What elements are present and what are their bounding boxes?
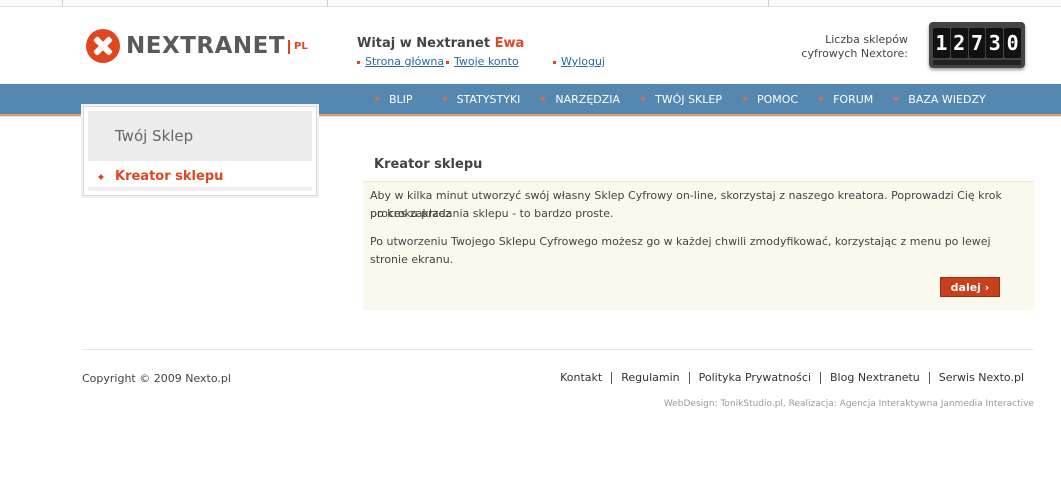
store-counter-digits: 1 2 7 3 0 <box>933 28 1021 58</box>
diamond-bullet-icon <box>98 173 104 180</box>
logout-link[interactable]: Wyloguj <box>561 55 605 68</box>
nav-bullet-icon <box>541 97 546 101</box>
bullet-icon <box>446 60 449 64</box>
top-strip-divider <box>62 0 63 6</box>
logo[interactable]: NEXTRANET PL <box>86 28 308 64</box>
credits: WebDesign: TonikStudio.pl, Realizacja: A… <box>663 399 1034 409</box>
account-link[interactable]: Twoje konto <box>454 55 519 68</box>
store-counter-label: Liczba sklepów cyfrowych Nextore: <box>800 33 908 61</box>
main-nav: BLIP STATYSTYKI NARZĘDZIA TWÓJ SKLEP POM… <box>375 84 986 114</box>
intro-paragraph-2: Po utworzeniu Twojego Sklepu Cyfrowego m… <box>370 235 991 266</box>
counter-digit: 1 <box>933 28 950 58</box>
logo-x-icon <box>86 29 120 63</box>
sidebar-bottom-divider <box>88 187 312 191</box>
nav-bullet-icon <box>894 97 899 101</box>
footer-link-blog[interactable]: Blog Nextranetu <box>820 372 929 384</box>
greeting-text: Witaj w Nextranet <box>357 36 495 51</box>
page-title: Kreator sklepu <box>374 157 483 172</box>
nav-item-pomoc[interactable]: POMOC <box>742 92 799 106</box>
counter-base <box>933 60 1021 65</box>
nav-bullet-icon <box>819 97 824 101</box>
nav-item-twoj-sklep[interactable]: TWÓJ SKLEP <box>641 93 722 106</box>
store-counter-label-line1: Liczba sklepów <box>825 33 908 46</box>
account-link-wrap: Twoje konto <box>446 55 519 68</box>
logo-suffix: PL <box>288 40 308 54</box>
sidebar-item-kreator-sklepu[interactable]: Kreator sklepu <box>98 169 224 184</box>
nav-item-label: STATYSTYKI <box>456 92 521 106</box>
logo-wordmark: NEXTRANET <box>126 33 286 59</box>
nav-bullet-icon <box>742 97 747 101</box>
nav-bullet-icon <box>641 97 646 101</box>
footer-link-kontakt[interactable]: Kontakt <box>551 372 611 384</box>
nav-bullet-icon <box>375 97 379 101</box>
counter-digit: 2 <box>950 28 968 58</box>
sidebar-item-label: Kreator sklepu <box>115 169 224 184</box>
footer-link-serwis[interactable]: Serwis Nexto.pl <box>928 372 1024 384</box>
nav-item-label: BAZA WIEDZY <box>908 92 986 106</box>
store-counter: 1 2 7 3 0 <box>929 22 1025 68</box>
sidebar-title: Twój Sklep <box>88 111 312 161</box>
top-strip-divider <box>768 0 769 6</box>
footer-link-polityka[interactable]: Polityka Prywatności <box>688 372 820 384</box>
nav-item-statystyki[interactable]: STATYSTYKI <box>442 92 521 106</box>
top-strip-divider <box>327 0 328 6</box>
greeting: Witaj w Nextranet Ewa <box>357 36 524 51</box>
sidebar: Twój Sklep Kreator sklepu <box>83 106 317 196</box>
counter-digit: 7 <box>968 28 986 58</box>
nav-item-blip[interactable]: BLIP <box>375 93 413 106</box>
home-link-wrap: Strona główna <box>357 55 444 68</box>
username: Ewa <box>494 36 525 51</box>
footer-link-regulamin[interactable]: Regulamin <box>611 372 688 384</box>
nav-item-label: TWÓJ SKLEP <box>655 92 722 106</box>
nav-item-label: POMOC <box>756 92 799 106</box>
nav-bullet-icon <box>442 97 447 101</box>
bullet-icon <box>357 60 360 64</box>
intro-line-2: proces zakładania sklepu - to bardzo pro… <box>370 207 614 220</box>
footer-links: Kontakt Regulamin Polityka Prywatności B… <box>551 372 1024 384</box>
logout-link-wrap: Wyloguj <box>553 55 605 68</box>
footer-divider <box>82 349 1034 350</box>
home-link[interactable]: Strona główna <box>365 55 444 68</box>
nav-item-forum[interactable]: FORUM <box>819 93 873 106</box>
nav-item-baza-wiedzy[interactable]: BAZA WIEDZY <box>894 92 986 106</box>
counter-digit: 0 <box>1004 28 1021 58</box>
store-counter-label-line2: cyfrowych Nextore: <box>801 47 908 60</box>
next-button[interactable]: dalej › <box>940 277 1000 297</box>
bullet-icon <box>553 60 556 64</box>
nav-item-label: FORUM <box>833 92 874 106</box>
copyright: Copyright © 2009 Nexto.pl <box>82 372 231 385</box>
content-panel: Aby w kilka minut utworzyć swój własny S… <box>363 181 1034 310</box>
top-strip <box>0 0 1061 7</box>
counter-digit: 3 <box>986 28 1004 58</box>
nav-item-narzedzia[interactable]: NARZĘDZIA <box>541 93 620 106</box>
nav-item-label: BLIP <box>389 92 413 106</box>
nav-item-label: NARZĘDZIA <box>555 92 621 106</box>
